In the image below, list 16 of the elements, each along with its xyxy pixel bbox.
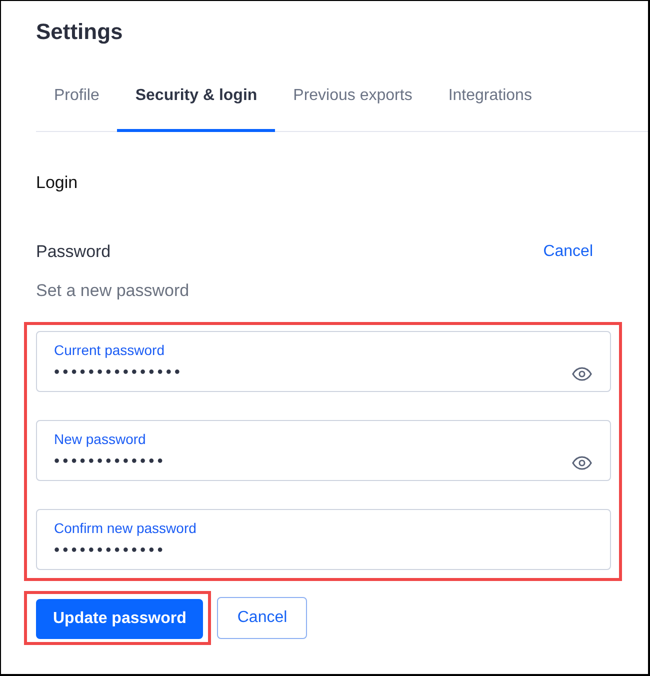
tab[interactable]: Profile (36, 72, 118, 132)
update-password-button[interactable]: Update password (36, 599, 204, 639)
password-field[interactable]: New password ••••••••••••• (36, 420, 611, 481)
eye-icon[interactable] (572, 456, 592, 470)
password-field[interactable]: Confirm new password ••••••••••••• (36, 509, 611, 570)
cancel-button[interactable]: Cancel (217, 597, 308, 639)
password-heading: Password (36, 241, 111, 263)
tab[interactable]: Previous exports (275, 72, 430, 132)
password-field[interactable]: Current password ••••••••••••••• (36, 331, 611, 392)
password-subtitle: Set a new password (36, 280, 190, 302)
tab[interactable]: Security & login (117, 72, 276, 132)
tab[interactable]: Integrations (430, 72, 550, 132)
cancel-link[interactable]: Cancel (543, 241, 593, 263)
section-title: Login (36, 172, 78, 194)
eye-icon[interactable] (572, 367, 592, 381)
page-title: Settings (36, 18, 123, 46)
